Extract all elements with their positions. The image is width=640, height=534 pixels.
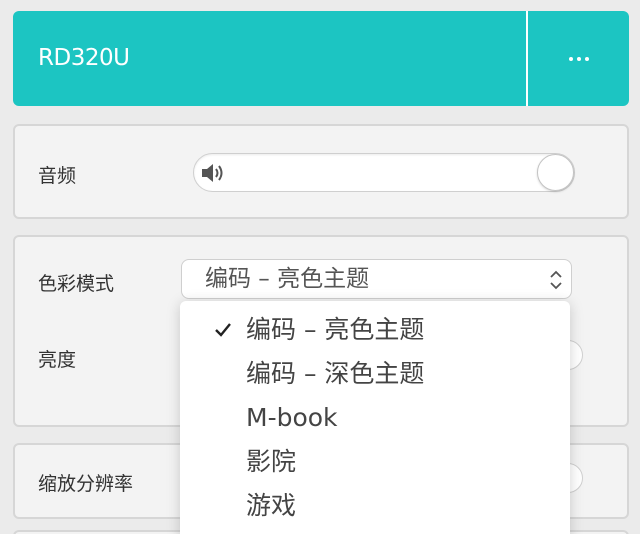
dropdown-item-label: 影院 [246,447,297,476]
scale-label: 缩放分辨率 [38,473,134,495]
dropdown-item-label: 编码 – 亮色主题 [246,315,425,344]
dropdown-item-light-code[interactable]: 编码 – 亮色主题 [180,308,570,352]
volume-slider[interactable] [193,153,575,192]
audio-label: 音频 [38,165,77,187]
dropdown-item-label: M-book [246,403,338,432]
device-header: RD320U [13,11,629,106]
more-horizontal-icon [568,56,589,61]
color-mode-select[interactable]: 编码 – 亮色主题 [181,259,572,299]
dropdown-item-mbook[interactable]: M-book [180,396,570,440]
volume-slider-thumb[interactable] [537,154,574,191]
dropdown-item-label: 编码 – 深色主题 [246,359,425,388]
more-options-button[interactable] [528,11,629,106]
check-icon [215,323,231,337]
dropdown-item-cinema[interactable]: 影院 [180,440,570,484]
device-name: RD320U [38,45,130,71]
color-mode-label: 色彩模式 [38,273,115,295]
color-mode-dropdown: 编码 – 亮色主题 编码 – 深色主题 M-book 影院 游戏 [180,301,570,534]
dropdown-item-game[interactable]: 游戏 [180,484,570,528]
dropdown-item-label: 游戏 [246,491,297,520]
speaker-icon [202,164,223,182]
color-mode-value: 编码 – 亮色主题 [205,266,370,292]
dropdown-item-dark-code[interactable]: 编码 – 深色主题 [180,352,570,396]
audio-card: 音频 [13,124,629,219]
select-arrows-icon [550,270,562,290]
brightness-label: 亮度 [38,349,77,371]
